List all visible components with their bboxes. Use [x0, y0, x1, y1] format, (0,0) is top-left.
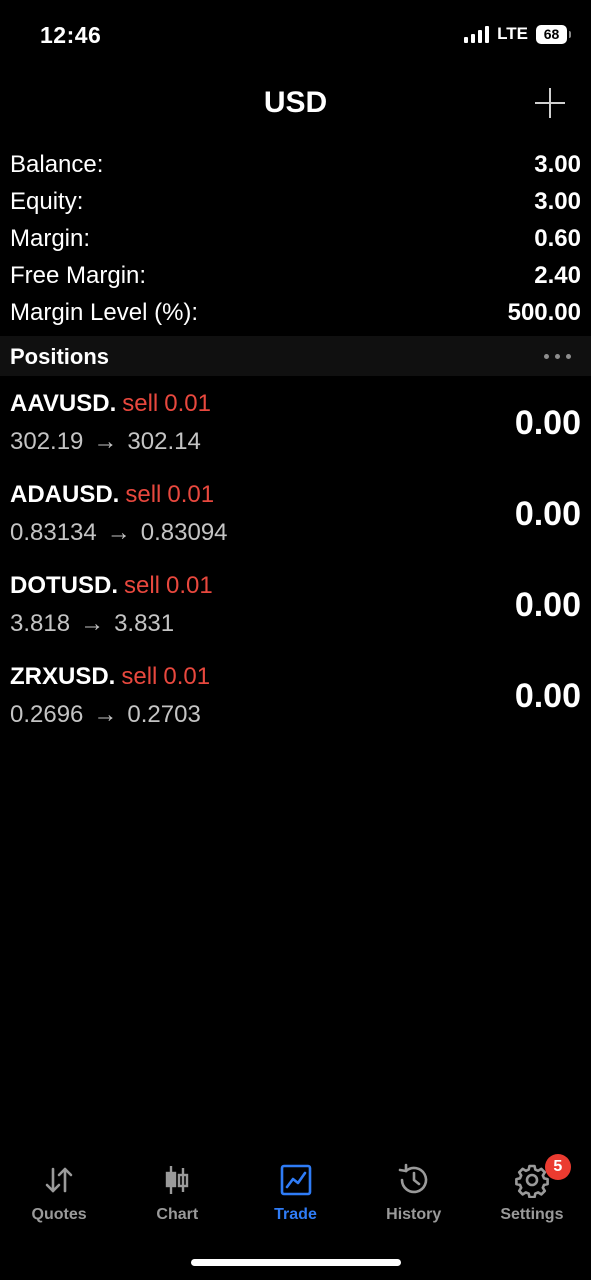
battery-icon: 68: [536, 24, 571, 44]
tab-settings[interactable]: Settings 5: [473, 1152, 591, 1232]
summary-label: Equity:: [10, 187, 84, 215]
positions-list: AAVUSD. sell 0.01 302.19 → 302.14 0.00 A…: [0, 384, 591, 748]
position-profit: 0.00: [514, 404, 581, 442]
summary-row-balance: Balance: 3.00: [10, 146, 581, 183]
open-price: 3.818: [10, 610, 71, 637]
page-title: USD: [263, 86, 328, 119]
tab-label: Quotes: [31, 1206, 87, 1223]
tab-label: Settings: [500, 1206, 564, 1223]
notification-badge: 5: [544, 1154, 571, 1180]
arrow-right-icon: →: [106, 519, 131, 546]
home-indicator[interactable]: [191, 1259, 401, 1266]
arrow-right-icon: →: [93, 428, 118, 455]
positions-section-header: Positions: [0, 336, 591, 376]
summary-row-margin: Margin: 0.60: [10, 220, 581, 257]
network-type: LTE: [497, 24, 528, 43]
summary-label: Balance:: [10, 150, 104, 178]
status-bar: 12:46 LTE 68: [0, 0, 591, 72]
quotes-arrows-icon: [39, 1160, 79, 1200]
position-type: sell: [121, 663, 158, 690]
position-profit: 0.00: [514, 586, 581, 624]
open-price: 302.19: [10, 428, 84, 455]
status-indicators: LTE 68: [464, 24, 571, 44]
tab-trade[interactable]: Trade: [236, 1152, 354, 1232]
position-symbol: DOTUSD.: [10, 572, 118, 599]
summary-value: 2.40: [534, 261, 581, 289]
more-horizontal-icon[interactable]: [544, 354, 571, 359]
summary-value: 0.60: [534, 224, 581, 252]
status-time: 12:46: [40, 22, 102, 48]
summary-row-margin-level: Margin Level (%): 500.00: [10, 294, 581, 331]
section-title: Positions: [10, 344, 110, 369]
position-type: sell: [122, 390, 159, 417]
tab-label: History: [386, 1206, 442, 1223]
account-summary: Balance: 3.00 Equity: 3.00 Margin: 0.60 …: [10, 146, 581, 331]
summary-row-equity: Equity: 3.00: [10, 183, 581, 220]
current-price: 0.2703: [127, 701, 201, 728]
nav-header: USD: [0, 78, 591, 134]
tab-history[interactable]: History: [355, 1152, 473, 1232]
position-volume: 0.01: [166, 572, 213, 599]
tab-chart[interactable]: Chart: [118, 1152, 236, 1232]
current-price: 0.83094: [140, 519, 228, 546]
summary-label: Free Margin:: [10, 261, 147, 289]
position-volume: 0.01: [163, 663, 211, 690]
position-row[interactable]: AAVUSD. sell 0.01 302.19 → 302.14 0.00: [0, 384, 591, 475]
position-profit: 0.00: [514, 677, 581, 715]
summary-value: 3.00: [534, 150, 581, 178]
arrow-right-icon: →: [80, 610, 105, 637]
tab-label: Chart: [156, 1206, 199, 1223]
position-profit: 0.00: [514, 495, 581, 533]
summary-row-free-margin: Free Margin: 2.40: [10, 257, 581, 294]
tab-bar: Quotes Chart Trade History Settings 5: [0, 1152, 591, 1232]
arrow-right-icon: →: [93, 701, 118, 728]
summary-label: Margin Level (%):: [10, 298, 199, 326]
position-row[interactable]: ZRXUSD. sell 0.01 0.2696 → 0.2703 0.00: [0, 657, 591, 748]
position-symbol: ADAUSD.: [10, 481, 120, 508]
current-price: 302.14: [127, 428, 201, 455]
candlestick-icon: [157, 1160, 197, 1200]
plus-icon[interactable]: [535, 88, 565, 118]
current-price: 3.831: [114, 610, 175, 637]
position-row[interactable]: ADAUSD. sell 0.01 0.83134 → 0.83094 0.00: [0, 475, 591, 566]
position-symbol: ZRXUSD.: [10, 663, 116, 690]
open-price: 0.2696: [10, 701, 84, 728]
history-clock-icon: [394, 1160, 434, 1200]
summary-value: 3.00: [534, 187, 581, 215]
summary-value: 500.00: [507, 298, 581, 326]
position-row[interactable]: DOTUSD. sell 0.01 3.818 → 3.831 0.00: [0, 566, 591, 657]
tab-quotes[interactable]: Quotes: [0, 1152, 118, 1232]
summary-label: Margin:: [10, 224, 91, 252]
trade-chart-icon: [276, 1160, 316, 1200]
position-type: sell: [125, 481, 162, 508]
tab-label: Trade: [274, 1206, 317, 1223]
position-type: sell: [124, 572, 161, 599]
open-price: 0.83134: [10, 519, 97, 546]
cellular-signal-icon: [464, 25, 490, 43]
position-volume: 0.01: [164, 390, 211, 417]
position-volume: 0.01: [167, 481, 215, 508]
position-symbol: AAVUSD.: [10, 390, 117, 417]
